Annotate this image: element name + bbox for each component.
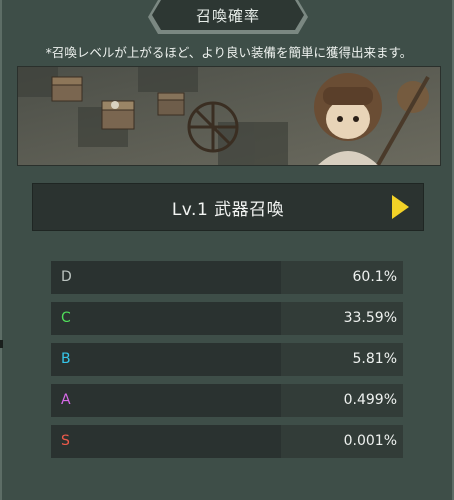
panel-title: 召喚確率 xyxy=(152,0,304,30)
description-text: *召喚レベルが上がるほど、より良い装備を簡単に獲得出来ます。 xyxy=(45,45,413,60)
rate-value: 0.499% xyxy=(343,392,397,408)
rate-row-d: D 60.1% xyxy=(51,261,403,294)
banner-illustration xyxy=(18,67,440,165)
rate-value: 0.001% xyxy=(343,433,397,449)
rate-row-s: S 0.001% xyxy=(51,425,403,458)
grade-label: S xyxy=(61,433,70,449)
rate-row-a: A 0.499% xyxy=(51,384,403,417)
play-arrow-icon[interactable] xyxy=(392,195,409,219)
grade-label: C xyxy=(61,310,71,326)
grade-label: D xyxy=(61,269,72,285)
treasure-chest-icon xyxy=(101,100,135,130)
rate-list: D 60.1% C 33.59% B 5.81% A 0.499% S 0.00… xyxy=(51,261,403,466)
rate-row-c: C 33.59% xyxy=(51,302,403,335)
rate-row-b: B 5.81% xyxy=(51,343,403,376)
summon-rate-panel: 召喚確率 *召喚レベルが上がるほど、より良い装備を簡単に獲得出来ます。 Lv.1… xyxy=(0,0,454,500)
rate-value: 5.81% xyxy=(352,351,397,367)
summon-level-header: Lv.1 武器召喚 xyxy=(32,183,424,231)
summon-banner-image xyxy=(17,66,441,166)
rate-value: 60.1% xyxy=(352,269,397,285)
treasure-chest-icon xyxy=(157,92,185,116)
wheel-icon xyxy=(187,101,239,153)
grade-label: A xyxy=(61,392,71,408)
rate-value: 33.59% xyxy=(343,310,397,326)
summon-level-label: Lv.1 武器召喚 xyxy=(171,199,285,220)
grade-label: B xyxy=(61,351,71,367)
treasure-chest-icon xyxy=(51,76,83,102)
panel-edge-marker xyxy=(0,340,3,348)
